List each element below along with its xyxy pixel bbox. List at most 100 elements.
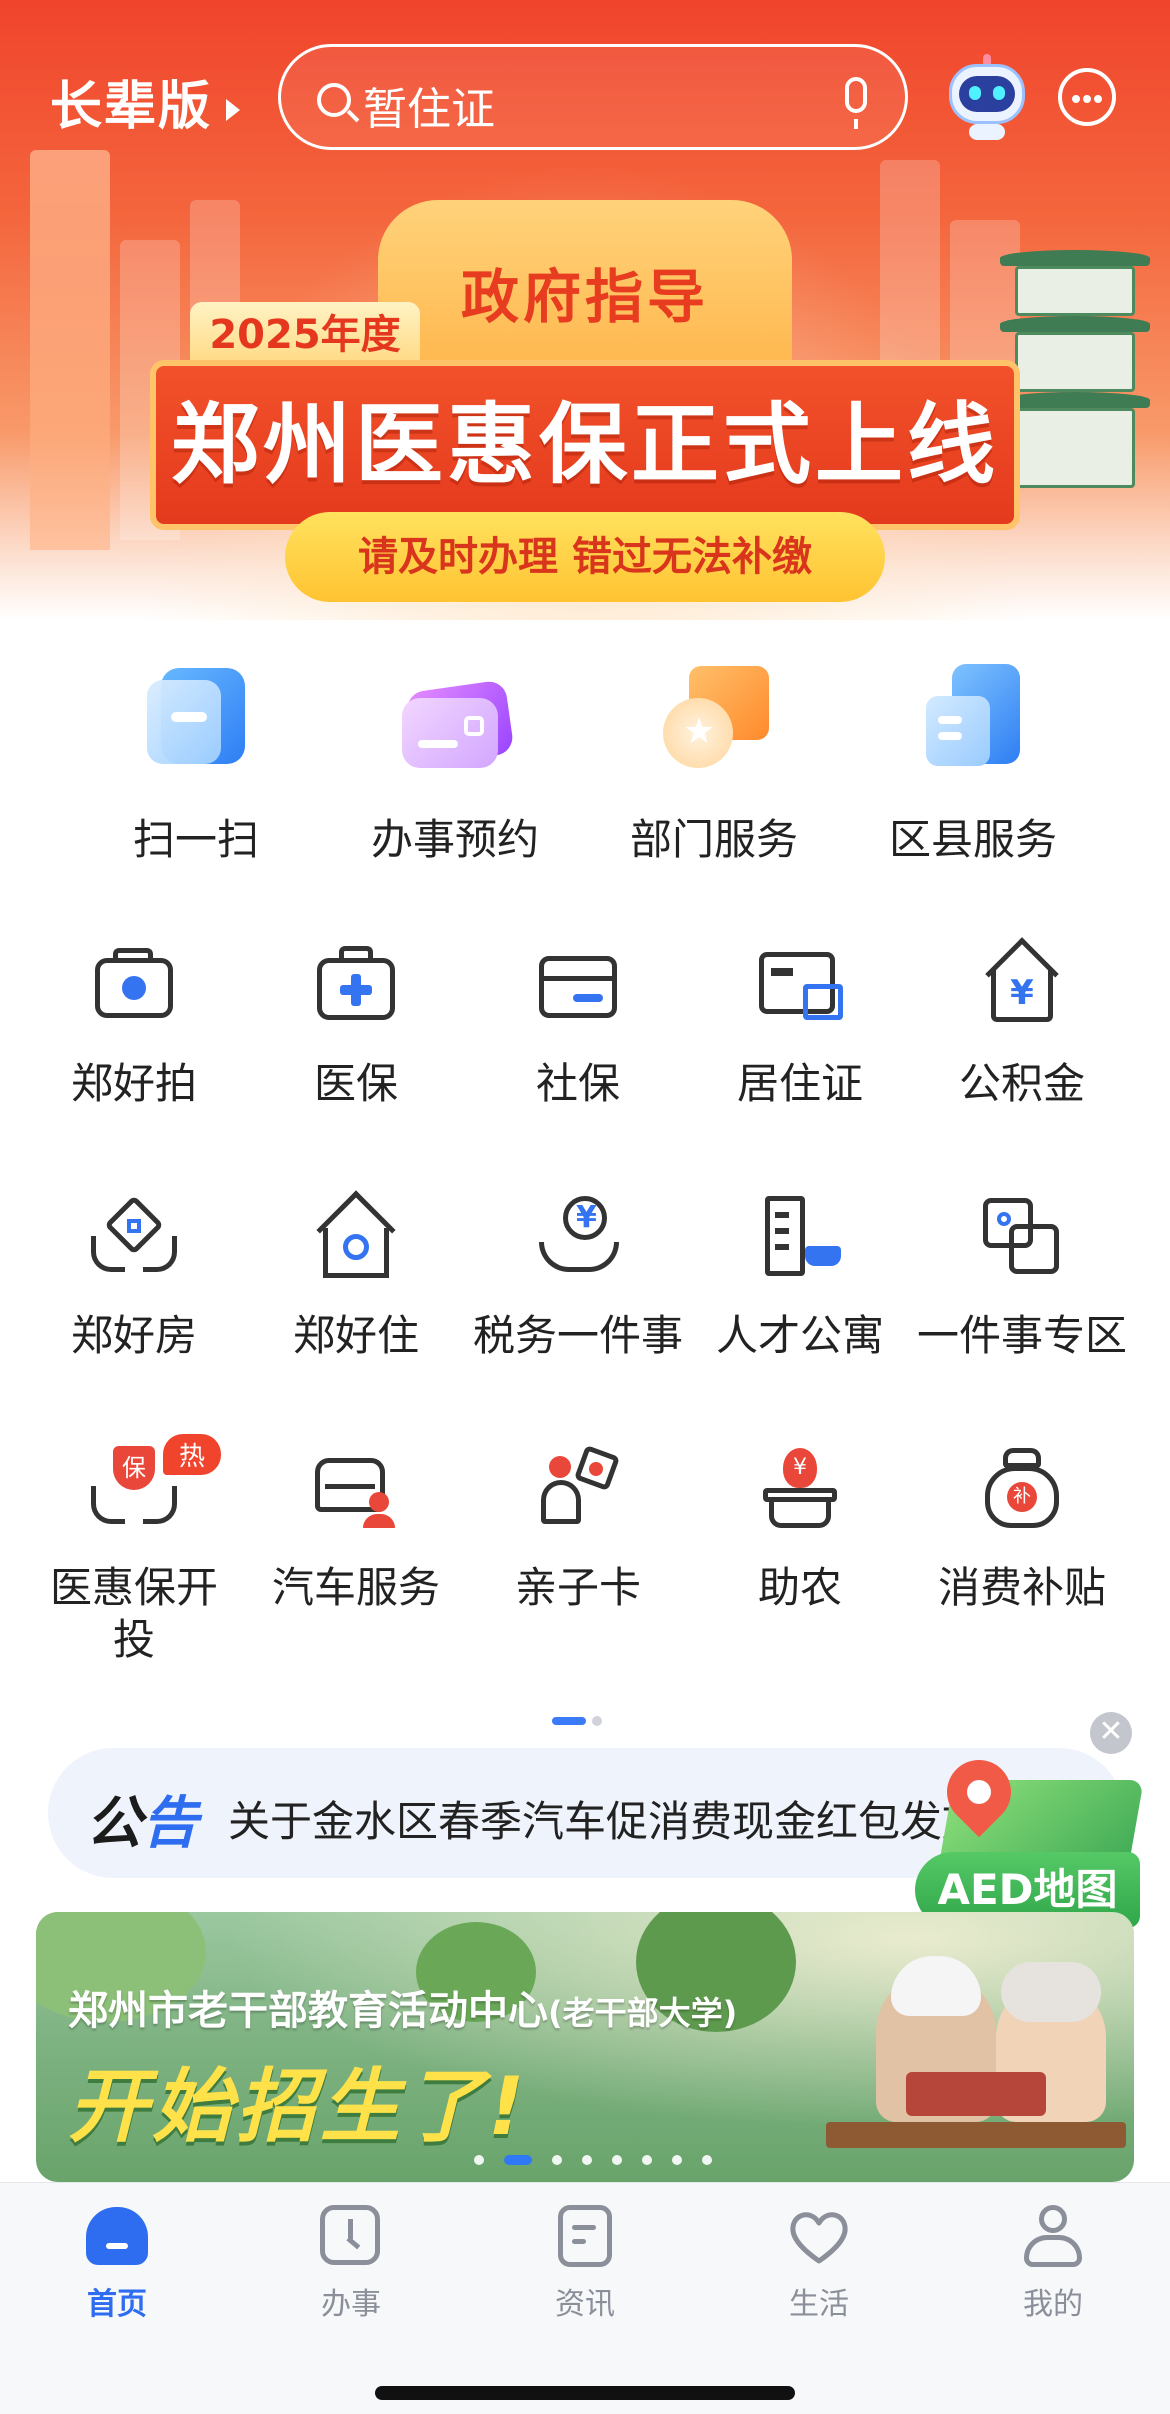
promo-banner[interactable]: 郑州市老干部教育活动中心(老干部大学) 开始招生了! (36, 1912, 1134, 2182)
tab-label: 资讯 (555, 2287, 615, 2322)
tab-home[interactable]: 首页 (0, 2203, 234, 2323)
caret-right-icon (226, 99, 241, 121)
promo-headline: 开始招生了! (68, 2060, 529, 2153)
grid-page-indicator (552, 1710, 602, 1729)
skyline-tower (30, 150, 110, 550)
service-label: 一件事专区 (916, 1311, 1127, 1360)
profile-icon (1020, 2203, 1086, 2269)
service-label: 郑好房 (70, 1311, 197, 1360)
service-item[interactable]: 医保 (245, 940, 467, 1110)
tax-hand-icon: ¥ (533, 1192, 623, 1282)
hot-badge: 热 (163, 1434, 222, 1475)
clock-icon (318, 2203, 384, 2269)
service-label: 人才公寓 (715, 1311, 884, 1360)
service-label: 郑好拍 (70, 1059, 197, 1108)
service-label: 汽车服务 (271, 1563, 440, 1612)
service-label: 社保 (535, 1059, 620, 1108)
service-item[interactable]: 郑好房 (23, 1192, 245, 1362)
talent-apartment-icon (755, 1192, 845, 1282)
notice-tag: 公告 (86, 1791, 198, 1856)
bench-illustration (826, 2122, 1126, 2148)
scan-icon (141, 660, 251, 770)
service-label: 居住证 (736, 1059, 863, 1108)
tab-label: 办事 (321, 2287, 381, 2322)
service-item[interactable]: 郑好拍 (23, 940, 245, 1110)
service-item[interactable]: 一件事专区 (911, 1192, 1133, 1362)
ai-assistant-robot-icon[interactable] (945, 54, 1029, 140)
service-item[interactable]: 郑好住 (245, 1190, 467, 1362)
service-label: 公积金 (958, 1059, 1085, 1108)
elder-mode-label: 长辈版 (50, 77, 213, 137)
department-star-icon: ★ (659, 660, 769, 770)
quick-scan[interactable]: 扫一扫 (66, 660, 326, 867)
parent-child-icon (533, 1444, 623, 1534)
home-badge-icon (311, 1190, 401, 1282)
top-bar: 长辈版 暂住证 (0, 40, 1170, 150)
close-icon[interactable]: ✕ (1090, 1712, 1132, 1754)
service-label: 亲子卡 (514, 1563, 641, 1612)
housing-fund-icon: ¥ (977, 937, 1067, 1030)
tab-news[interactable]: 资讯 (468, 2203, 702, 2323)
microphone-icon[interactable] (845, 77, 867, 129)
quick-department[interactable]: ★ 部门服务 (584, 660, 844, 867)
tab-affairs[interactable]: 办事 (234, 2203, 468, 2323)
search-icon (317, 83, 351, 117)
news-icon (552, 2203, 618, 2269)
guide-text: 政府指导 (460, 263, 709, 331)
notice-text: 关于金水区春季汽车促消费现金红包发放 (228, 1797, 985, 1846)
tab-mine[interactable]: 我的 (936, 2203, 1170, 2323)
quick-label: 部门服务 (629, 815, 798, 864)
house-hands-icon (89, 1192, 179, 1282)
service-item[interactable]: 居住证 (689, 940, 911, 1110)
service-item[interactable]: ¥ 税务一件事 (467, 1192, 689, 1362)
heart-icon (786, 2203, 852, 2269)
service-label: 消费补贴 (937, 1563, 1106, 1612)
farm-basket-icon: ¥ (755, 1444, 845, 1534)
message-icon[interactable] (1058, 68, 1116, 126)
hero-subtitle: 请及时办理 错过无法补缴 (285, 512, 885, 602)
subsidy-bag-icon: 补 (977, 1444, 1067, 1534)
service-item[interactable]: 亲子卡 (467, 1444, 689, 1614)
service-label: 医保 (313, 1059, 398, 1108)
search-placeholder: 暂住证 (363, 84, 495, 135)
service-item[interactable]: 保 热 医惠保开投 (23, 1434, 245, 1666)
service-item[interactable]: 人才公寓 (689, 1192, 911, 1362)
service-label: 郑好住 (292, 1311, 419, 1360)
promo-title: 郑州市老干部教育活动中心(老干部大学) (68, 1988, 738, 2034)
camera-icon (89, 940, 179, 1030)
service-item[interactable]: ¥ 助农 (689, 1444, 911, 1614)
search-input[interactable]: 暂住证 (278, 44, 908, 150)
service-label: 助农 (757, 1563, 842, 1612)
quick-county[interactable]: 区县服务 (843, 660, 1103, 867)
tab-label: 我的 (1023, 2287, 1083, 2322)
county-building-icon (918, 660, 1028, 770)
tab-life[interactable]: 生活 (702, 2203, 936, 2323)
tab-label: 生活 (789, 2287, 849, 2322)
appointment-card-icon (400, 660, 515, 770)
quick-services: 扫一扫 办事预约 ★ 部门服务 区县服务 (0, 660, 1170, 870)
bottom-tab-bar: 首页 办事 资讯 生活 我的 (0, 2182, 1170, 2414)
overlap-squares-icon (977, 1192, 1067, 1282)
aed-map-float[interactable]: AED地图 (915, 1746, 1144, 1930)
service-item[interactable]: ¥ 公积金 (911, 937, 1133, 1110)
service-item[interactable]: 补 消费补贴 (911, 1444, 1133, 1614)
home-icon (84, 2203, 150, 2269)
medical-kit-icon (311, 940, 401, 1030)
service-label: 医惠保开投 (49, 1563, 218, 1664)
quick-label: 办事预约 (370, 815, 539, 864)
service-item[interactable]: 汽车服务 (245, 1444, 467, 1614)
promo-carousel-dots (474, 2150, 732, 2169)
quick-label: 区县服务 (888, 815, 1057, 864)
tab-label: 首页 (87, 2287, 147, 2322)
car-service-icon (311, 1444, 401, 1534)
residence-card-icon (755, 940, 845, 1030)
service-item[interactable]: 社保 (467, 940, 689, 1110)
elder-mode-toggle[interactable]: 长辈版 (50, 64, 241, 139)
quick-appointment[interactable]: 办事预约 (325, 660, 585, 867)
card-icon (533, 940, 623, 1030)
quick-label: 扫一扫 (132, 815, 259, 864)
year-tab: 2025年度 (190, 302, 420, 368)
service-label: 税务一件事 (472, 1311, 683, 1360)
home-indicator (375, 2386, 795, 2400)
hero-headline: 郑州医惠保正式上线 (150, 360, 1020, 530)
